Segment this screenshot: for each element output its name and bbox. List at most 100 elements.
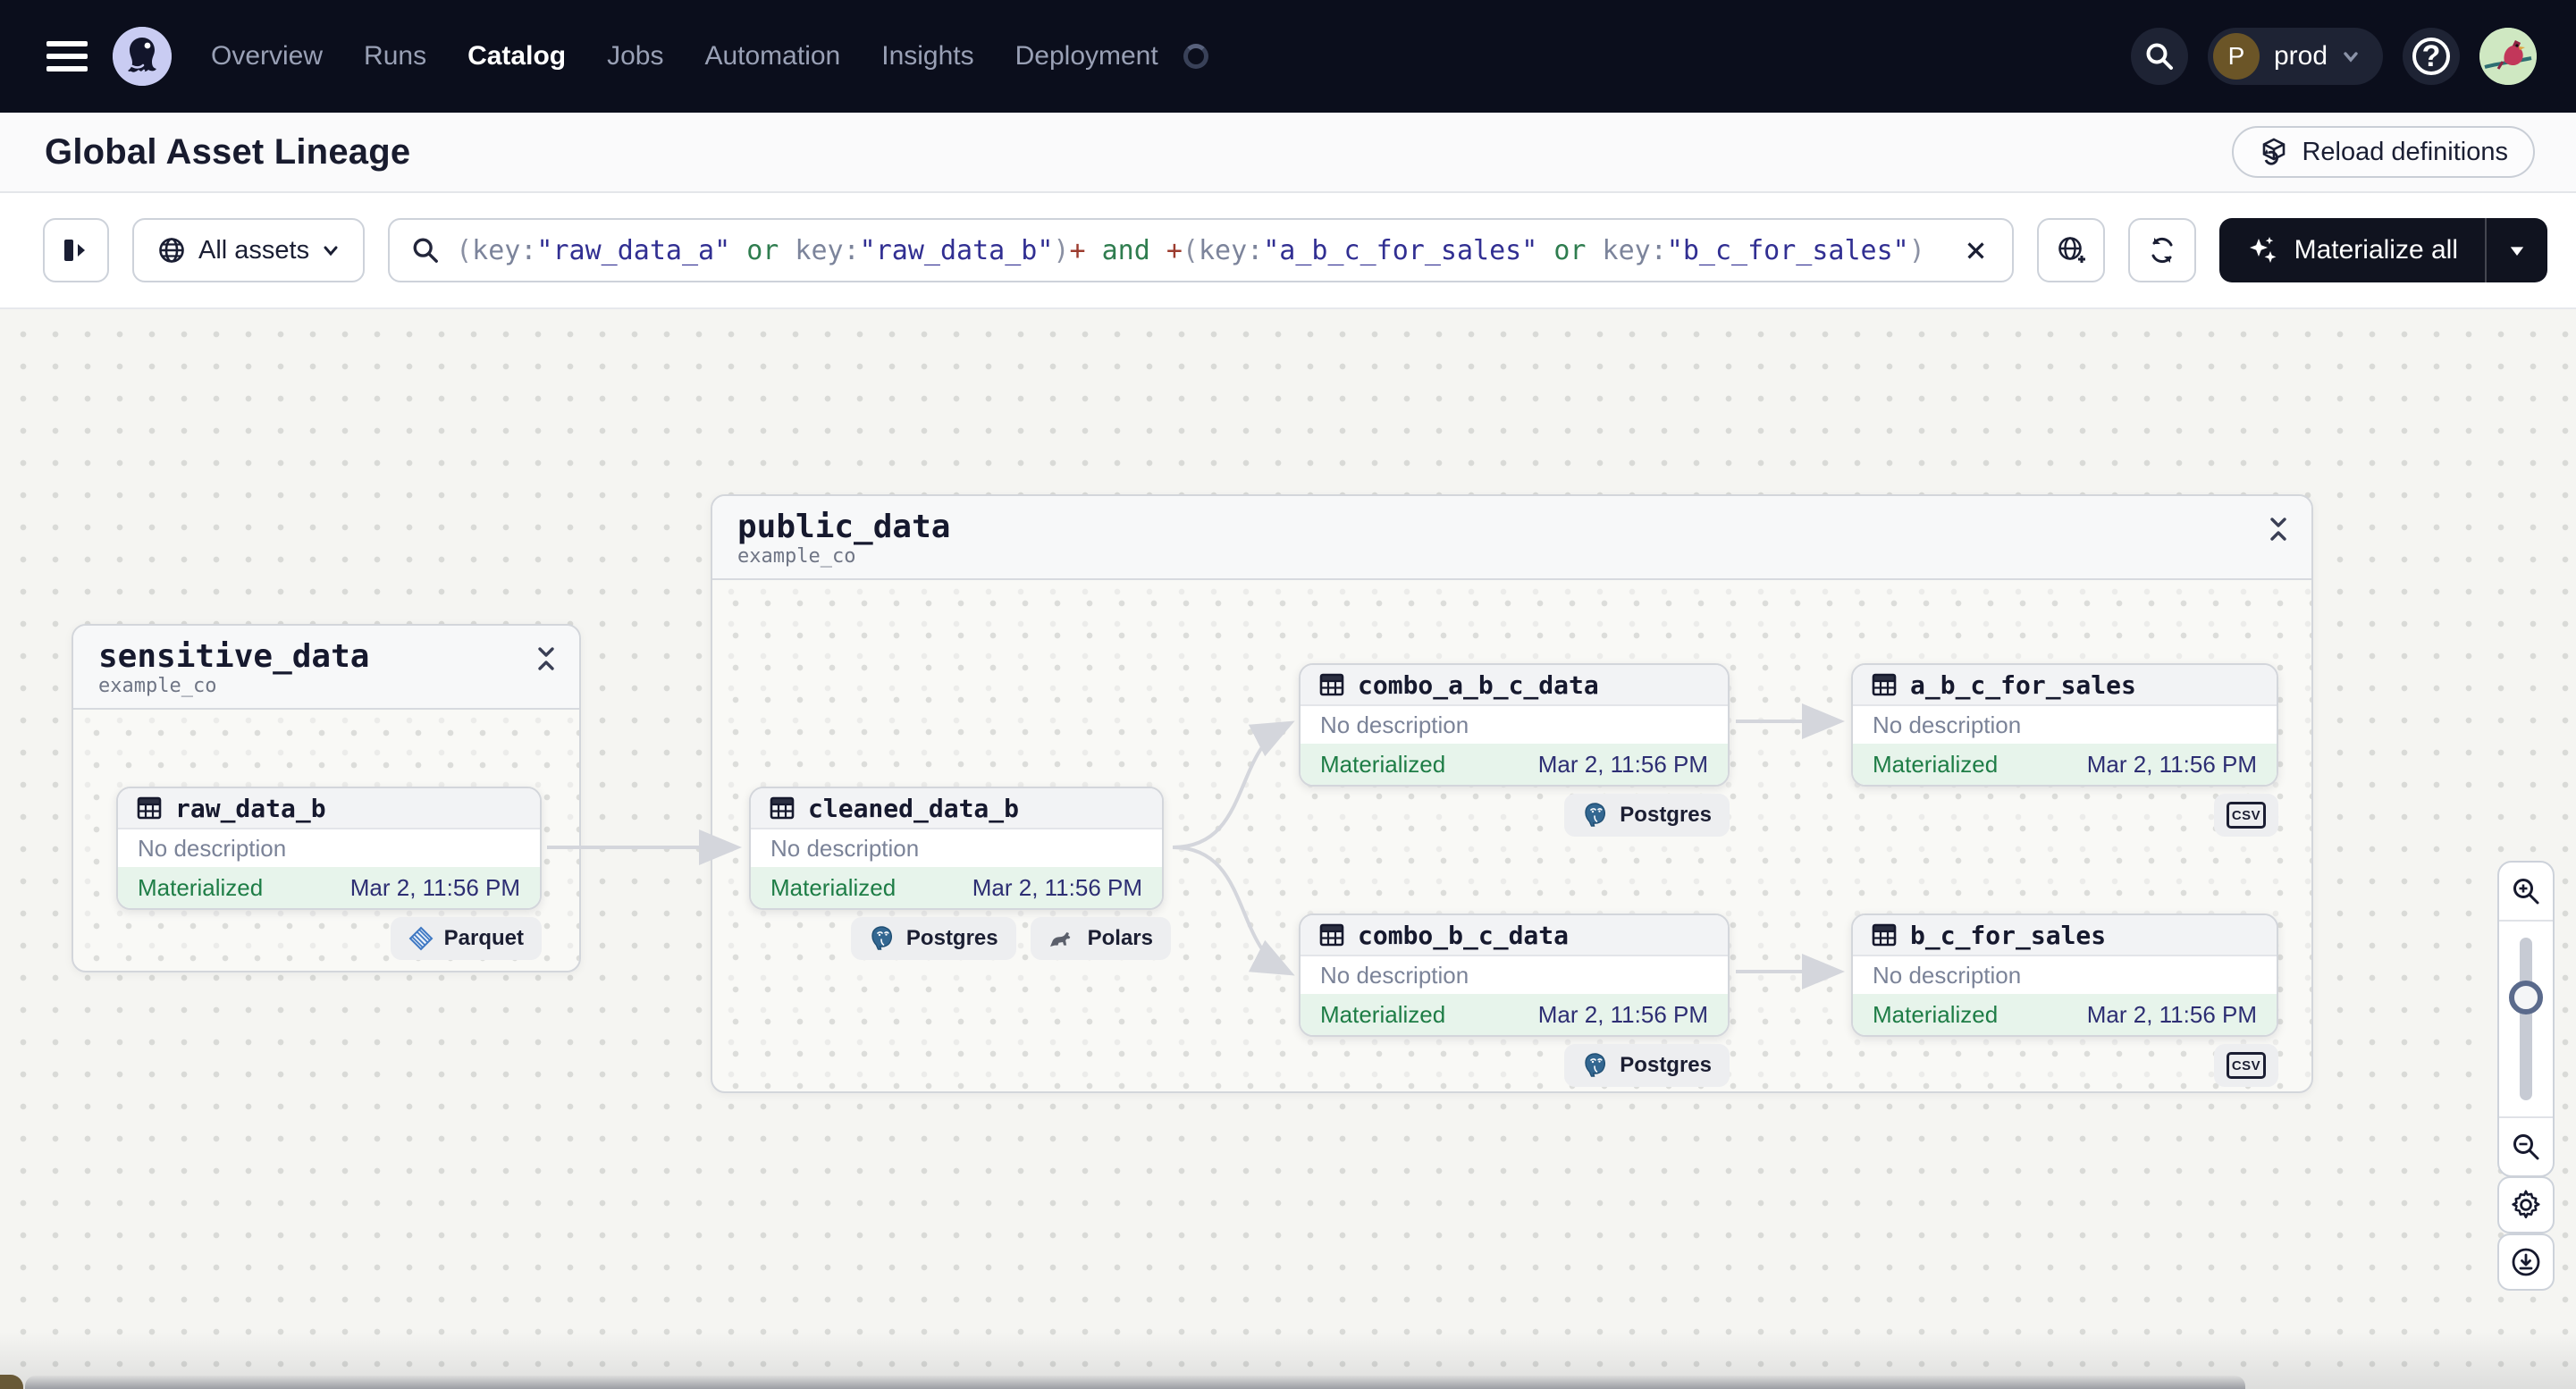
global-search-button[interactable] — [2130, 28, 2188, 85]
tag-postgres[interactable]: Postgres — [1564, 1044, 1730, 1087]
asset-description: No description — [1320, 961, 1469, 989]
group-header[interactable]: public_data example_co — [712, 496, 2311, 581]
dagster-logo-icon[interactable] — [113, 27, 172, 86]
asset-node-combo-a-b-c-data[interactable]: combo_a_b_c_data No description Material… — [1299, 663, 1730, 787]
query-token: + — [1069, 234, 1086, 266]
group-location: example_co — [98, 675, 217, 698]
lineage-canvas[interactable]: sensitive_data example_co public_data ex… — [0, 309, 2576, 1389]
query-token: key: — [472, 234, 537, 266]
download-graph-button[interactable] — [2497, 1233, 2555, 1291]
nav-item-overview[interactable]: Overview — [211, 41, 323, 72]
bottom-left-peek — [0, 1375, 23, 1389]
query-token: "raw_data_a" — [536, 234, 731, 266]
query-token: ) — [1908, 234, 1925, 266]
table-icon — [1872, 923, 1897, 947]
status-badge: Materialized — [1320, 1000, 1446, 1028]
asset-name: b_c_for_sales — [1910, 920, 2107, 950]
asset-status-row: Materialized Mar 2, 11:56 PM — [1301, 744, 1728, 785]
group-title: sensitive_data — [98, 638, 370, 675]
csv-icon: CSV — [2227, 802, 2266, 829]
tag-label: Polars — [1087, 926, 1153, 950]
query-token: ( — [456, 234, 473, 266]
query-token: ) — [1053, 234, 1070, 266]
materialization-timestamp: Mar 2, 11:56 PM — [349, 873, 520, 901]
asset-name: combo_a_b_c_data — [1358, 669, 1599, 700]
clear-filter-button[interactable]: × — [1958, 232, 1994, 268]
tag-label: Postgres — [905, 926, 998, 950]
postgres-icon — [1585, 803, 1606, 827]
materialization-timestamp: Mar 2, 11:56 PM — [1537, 1000, 1708, 1028]
reload-definitions-button[interactable]: Reload definitions — [2232, 126, 2535, 178]
zoom-slider-track[interactable] — [2520, 938, 2532, 1100]
query-token: "a_b_c_for_sales" — [1263, 234, 1538, 266]
tag-csv[interactable]: CSV — [2214, 794, 2278, 837]
asset-name: a_b_c_for_sales — [1910, 669, 2136, 700]
tag-parquet[interactable]: Parquet — [390, 917, 542, 960]
tag-postgres[interactable]: Postgres — [1564, 794, 1730, 837]
collapse-group-icon[interactable] — [535, 645, 558, 672]
help-button[interactable]: ? — [2403, 28, 2460, 85]
nav-item-jobs[interactable]: Jobs — [607, 41, 663, 72]
new-scope-button[interactable] — [2036, 218, 2105, 282]
graph-settings-button[interactable] — [2497, 1176, 2555, 1233]
nav-item-deployment[interactable]: Deployment — [1015, 41, 1158, 72]
asset-description: No description — [1873, 961, 2022, 989]
zoom-in-button[interactable] — [2499, 863, 2553, 920]
asset-node-a-b-c-for-sales[interactable]: a_b_c_for_sales No description Materiali… — [1851, 663, 2278, 787]
nav-item-insights[interactable]: Insights — [881, 41, 973, 72]
nav-item-automation[interactable]: Automation — [704, 41, 840, 72]
query-token: or — [730, 234, 796, 266]
lineage-toolbar: All assets (key: "raw_data_a" or key: "raw… — [0, 193, 2576, 309]
user-avatar[interactable] — [2479, 28, 2537, 85]
chevron-down-icon — [2344, 52, 2358, 63]
query-token: key: — [1602, 234, 1667, 266]
materialize-all-button[interactable]: Materialize all — [2218, 218, 2547, 282]
zoom-slider-handle[interactable] — [2509, 981, 2543, 1014]
tag-csv[interactable]: CSV — [2214, 1044, 2278, 1087]
page-header: Global Asset Lineage Reload definitions — [0, 113, 2576, 193]
status-badge: Materialized — [1320, 750, 1446, 778]
collapse-group-icon[interactable] — [2267, 516, 2290, 543]
query-token: key: — [1198, 234, 1264, 266]
asset-node-combo-b-c-data[interactable]: combo_b_c_data No description Materializ… — [1299, 913, 1730, 1037]
tag-label: Postgres — [1620, 1053, 1712, 1077]
tag-label: Postgres — [1620, 803, 1712, 827]
asset-filter-input[interactable]: (key: "raw_data_a" or key: "raw_data_b") + … — [388, 218, 2014, 282]
refresh-button[interactable] — [2127, 218, 2196, 282]
table-icon — [770, 796, 795, 820]
tag-polars[interactable]: Polars — [1030, 917, 1171, 960]
panel-expand-icon — [64, 240, 85, 261]
polars-icon — [1049, 932, 1070, 947]
asset-description: No description — [770, 834, 920, 862]
materialize-options-caret[interactable] — [2485, 218, 2547, 282]
asset-status-row: Materialized Mar 2, 11:56 PM — [1853, 744, 2277, 785]
open-sidebar-button[interactable] — [43, 218, 109, 282]
tag-postgres[interactable]: Postgres — [850, 917, 1016, 960]
nav-item-catalog[interactable]: Catalog — [467, 41, 566, 72]
asset-scope-dropdown[interactable]: All assets — [132, 218, 366, 282]
deployment-avatar: P — [2212, 33, 2260, 80]
page-title: Global Asset Lineage — [45, 131, 411, 172]
nav-item-runs[interactable]: Runs — [364, 41, 426, 72]
status-badge: Materialized — [1873, 750, 1999, 778]
asset-node-b-c-for-sales[interactable]: b_c_for_sales No description Materialize… — [1851, 913, 2278, 1037]
query-token: + — [1166, 234, 1183, 266]
csv-icon: CSV — [2227, 1052, 2266, 1079]
chevron-down-icon — [324, 246, 338, 257]
filter-query-text: (key: "raw_data_a" or key: "raw_data_b") + … — [456, 235, 1941, 266]
deployment-switcher[interactable]: P prod — [2207, 28, 2383, 85]
asset-node-raw-data-b[interactable]: raw_data_b No description Materialized M… — [116, 787, 542, 910]
zoom-slider[interactable] — [2499, 920, 2553, 1118]
materialization-timestamp: Mar 2, 11:56 PM — [2086, 1000, 2257, 1028]
group-header[interactable]: sensitive_data example_co — [73, 626, 579, 711]
asset-status-row: Materialized Mar 2, 11:56 PM — [118, 867, 540, 908]
zoom-out-button[interactable] — [2499, 1118, 2553, 1175]
materialization-timestamp: Mar 2, 11:56 PM — [972, 873, 1142, 901]
globe-icon — [159, 238, 184, 263]
asset-name: raw_data_b — [175, 793, 326, 823]
asset-name: combo_b_c_data — [1358, 920, 1570, 950]
menu-hamburger-icon[interactable] — [46, 41, 88, 72]
nav-menu: Overview Runs Catalog Jobs Automation In… — [211, 41, 1208, 72]
asset-node-cleaned-data-b[interactable]: cleaned_data_b No description Materializ… — [749, 787, 1164, 910]
table-icon — [1872, 673, 1897, 696]
